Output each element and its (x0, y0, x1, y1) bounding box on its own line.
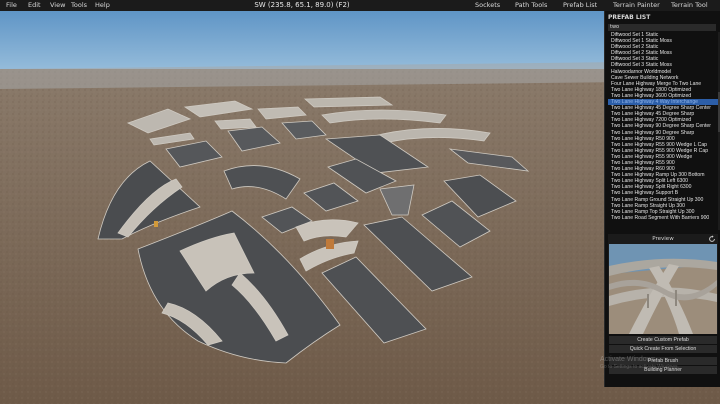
menu-terrain-tool[interactable]: Terrain Tool (671, 0, 708, 11)
preview-label: Preview (652, 236, 674, 242)
create-custom-prefab-button[interactable]: Create Custom Prefab (609, 336, 717, 344)
support-pillar (154, 221, 158, 227)
activation-watermark: Activate Windows (600, 356, 656, 363)
menu-tools[interactable]: Tools (71, 0, 87, 11)
menu-path-tools[interactable]: Path Tools (515, 0, 547, 11)
road-piece (303, 96, 394, 108)
prefab-list-item[interactable]: Two Lane Road Segment With Barriers 900 (608, 215, 720, 221)
prefab-list[interactable]: Diftwood Set 1 Static Diftwood Set 1 Stat… (608, 32, 720, 230)
menu-file[interactable]: File (6, 0, 17, 11)
menu-sockets[interactable]: Sockets (475, 0, 500, 11)
menu-bar: SW (235.8, 65.1, 89.0) (F2) File Edit Vi… (0, 0, 720, 11)
support-pillar (326, 239, 334, 249)
menu-view[interactable]: View (50, 0, 65, 11)
preview-panel: Preview (608, 234, 718, 334)
menu-prefab-list[interactable]: Prefab List (563, 0, 597, 11)
road-piece (214, 118, 257, 130)
quick-create-button[interactable]: Quick Create From Selection (609, 345, 717, 353)
viewport-title: SW (235.8, 65.1, 89.0) (F2) (254, 1, 350, 9)
prefab-list-item[interactable]: Two Lane Highway R55 900 Wedge R Cap (608, 148, 720, 154)
menu-edit[interactable]: Edit (28, 0, 41, 11)
menu-terrain-painter[interactable]: Terrain Painter (613, 0, 660, 11)
prefab-list-item[interactable]: Two Lane Ramp Ground Straight Up 300 (608, 197, 720, 203)
activation-watermark-sub: Go to Settings to activate Windows. (600, 364, 679, 370)
panel-title: PREFAB LIST (608, 14, 651, 21)
prefab-preview-image (609, 244, 717, 334)
prefab-list-item[interactable]: Two Lane Highway 90 Degree Sharp Center (608, 123, 720, 129)
refresh-icon[interactable] (708, 235, 716, 243)
menu-help[interactable]: Help (95, 0, 110, 11)
prefab-search-input[interactable]: two (608, 24, 716, 31)
prefab-list-panel: PREFAB LIST two Diftwood Set 1 Static Dif… (604, 11, 720, 387)
prefab-list-item[interactable]: Two Lane Highway R55 900 Wedge L Cap (608, 142, 720, 148)
